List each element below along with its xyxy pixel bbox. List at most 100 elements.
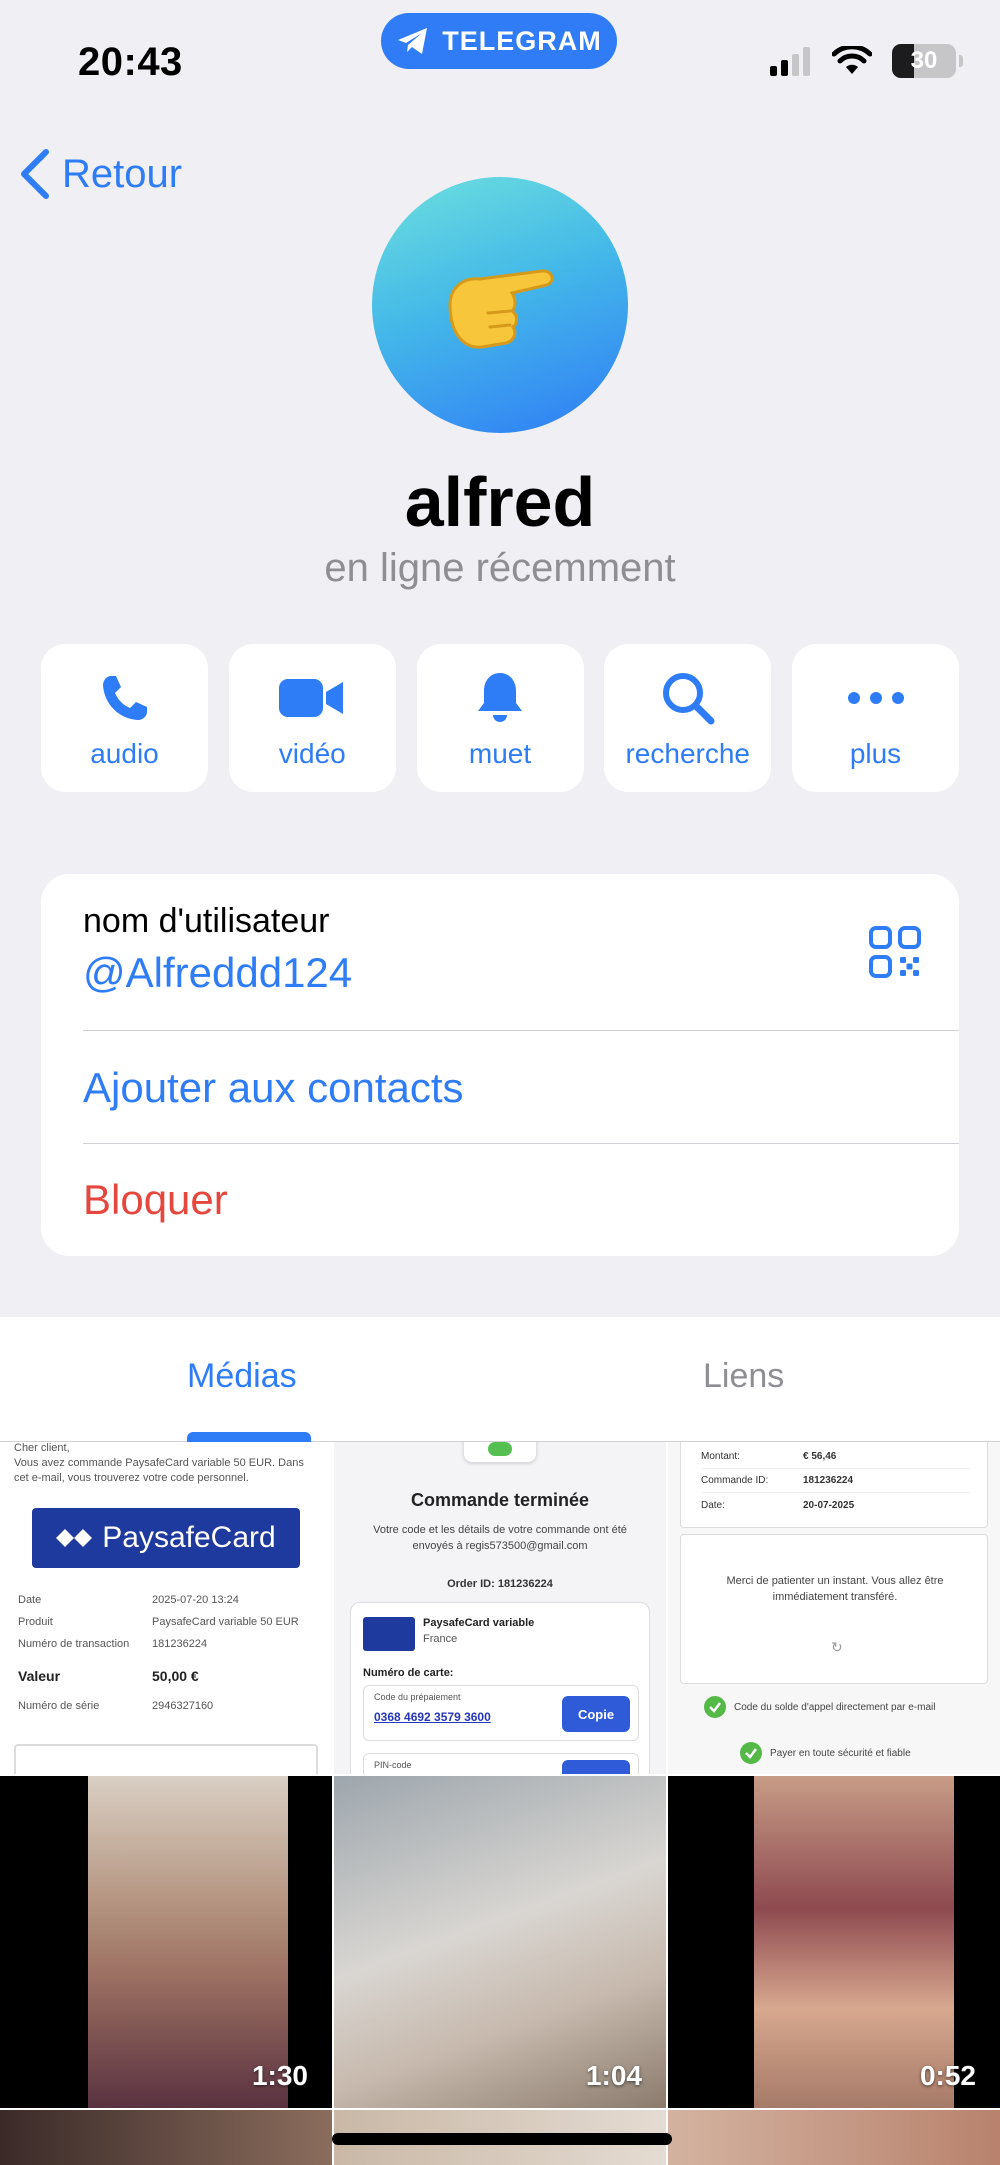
media-thumbnail-partial[interactable] xyxy=(668,2110,1000,2165)
profile-status: en ligne récemment xyxy=(324,546,676,590)
video-duration: 1:04 xyxy=(585,2060,642,2091)
divider xyxy=(83,1030,959,1031)
prepaid-code-box: Code du prépaiement 0368 4692 3579 3600 … xyxy=(363,1685,639,1741)
summary-row-key: Montant: xyxy=(701,1451,740,1462)
summary-row-value: 20-07-2025 xyxy=(803,1499,855,1511)
transfer-wait-text: Merci de patienter un instant. Vous alle… xyxy=(726,1575,944,1603)
video-frame xyxy=(88,1776,288,2108)
tab-links[interactable]: Liens xyxy=(703,1357,784,1396)
video-frame xyxy=(754,1776,954,2108)
battery-level: 30 xyxy=(910,47,938,74)
receipt-row: Date 2025-07-20 13:24 xyxy=(18,1594,318,1616)
receipt-serial: 2946327160 xyxy=(152,1700,214,1712)
telegram-pill[interactable]: TELEGRAM xyxy=(381,13,617,69)
media-thumbnail-video-2[interactable]: 1:04 xyxy=(334,1776,666,2108)
status-bar: 20:43 TELEGRAM 30 xyxy=(0,0,1000,120)
loading-spinner-icon: ↻ xyxy=(831,1639,843,1655)
summary-row: Commande ID: 181236224 xyxy=(701,1469,971,1493)
summary-row: Montant: € 56,46 xyxy=(701,1445,971,1469)
username-value[interactable]: @Alfreddd124 xyxy=(83,949,352,997)
receipt-value: 50,00 € xyxy=(152,1668,199,1684)
paysafecard-logo: PaysafeCard xyxy=(32,1508,300,1568)
back-label: Retour xyxy=(62,151,183,196)
check-item-text: Code du solde d'appel directement par e-… xyxy=(734,1701,936,1713)
media-thumbnail-video-3[interactable]: 0:52 xyxy=(668,1776,1000,2108)
media-thumbnail-receipt-1[interactable]: Cher client, Vous avez commande PaysafeC… xyxy=(0,1442,332,1774)
action-bar: audio vidéo muet recherche plus xyxy=(41,644,959,792)
qr-code-button[interactable] xyxy=(869,926,921,983)
card-number-label: Numéro de carte: xyxy=(363,1667,454,1679)
check-item: Payer en toute sécurité et fiable xyxy=(740,1742,911,1764)
receipt-row: Numéro de transaction 181236224 xyxy=(18,1638,318,1668)
qr-code-icon xyxy=(869,926,921,978)
active-tab-indicator xyxy=(187,1432,311,1442)
bell-icon xyxy=(478,673,522,722)
tab-media[interactable]: Médias xyxy=(187,1357,297,1396)
order-card: PaysafeCard variable France Numéro de ca… xyxy=(350,1602,650,1774)
receipt-row-key: Date xyxy=(18,1594,42,1606)
audio-call-button[interactable]: audio xyxy=(41,644,208,792)
transfer-box: Merci de patienter un instant. Vous alle… xyxy=(680,1534,988,1684)
receipt-serial-label: Numéro de série xyxy=(18,1700,100,1712)
more-button[interactable]: plus xyxy=(792,644,959,792)
paysafecard-thumb xyxy=(363,1617,415,1651)
order-product: PaysafeCard variable xyxy=(423,1617,535,1629)
chevron-left-icon xyxy=(21,149,49,199)
video-call-button[interactable]: vidéo xyxy=(228,644,396,792)
order-complete-body: Votre code et les détails de votre comma… xyxy=(373,1524,627,1552)
block-button[interactable]: Bloquer xyxy=(83,1176,228,1224)
summary-row-key: Commande ID: xyxy=(701,1475,769,1486)
summary-row-value: 181236224 xyxy=(803,1475,854,1486)
search-icon xyxy=(662,673,715,725)
media-tab-bar: Médias Liens xyxy=(0,1317,1000,1442)
action-label-mute: muet xyxy=(468,738,532,769)
media-thumbnail-video-1[interactable]: 1:30 xyxy=(0,1776,332,2108)
action-label-audio: audio xyxy=(90,738,159,769)
media-thumbnail-receipt-3[interactable]: Montant: € 56,46 Commande ID: 181236224 Da… xyxy=(668,1442,1000,1774)
summary-box: Montant: € 56,46 Commande ID: 181236224 Da… xyxy=(680,1442,988,1528)
home-indicator[interactable] xyxy=(332,2133,672,2145)
pointing-hand-emoji-icon xyxy=(448,269,554,349)
action-label-search: recherche xyxy=(625,738,750,769)
media-thumbnail-receipt-2[interactable]: Commande terminée Votre code et les déta… xyxy=(334,1442,666,1774)
action-label-more: plus xyxy=(849,738,902,769)
success-badge xyxy=(464,1442,536,1462)
paysafecard-diamond-icon xyxy=(56,1529,93,1547)
check-item: Code du solde d'appel directement par e-… xyxy=(704,1696,935,1718)
back-button[interactable]: Retour xyxy=(18,148,182,200)
receipt-row-key: Numéro de transaction xyxy=(18,1638,130,1650)
avatar[interactable] xyxy=(372,177,628,433)
check-circle-icon xyxy=(704,1696,726,1718)
status-time: 20:43 xyxy=(78,40,183,84)
media-thumbnail-partial[interactable] xyxy=(0,2110,332,2165)
video-camera-icon xyxy=(279,679,344,717)
receipt-row: Numéro de série 2946327160 xyxy=(18,1700,318,1722)
media-grid: Cher client, Vous avez commande PaysafeC… xyxy=(0,1442,1000,2165)
pin-code-label: PIN-code xyxy=(374,1760,412,1770)
receipt-value-row: Valeur 50,00 € xyxy=(18,1668,318,1700)
receipt-row-value: 181236224 xyxy=(152,1638,208,1650)
wifi-icon xyxy=(832,46,872,74)
phone-icon xyxy=(102,676,147,720)
order-country: France xyxy=(423,1633,458,1645)
telegram-icon xyxy=(398,28,428,54)
add-to-contacts-button[interactable]: Ajouter aux contacts xyxy=(83,1064,464,1112)
battery-indicator: 30 xyxy=(892,44,963,78)
search-button[interactable]: recherche xyxy=(604,644,772,792)
cellular-signal-icon xyxy=(770,47,810,76)
username-row[interactable]: nom d'utilisateur @Alfreddd124 xyxy=(83,902,352,997)
prepaid-code: 0368 4692 3579 3600 xyxy=(374,1710,491,1724)
receipt-code-box xyxy=(14,1744,318,1774)
order-complete-title: Commande terminée xyxy=(410,1490,590,1510)
summary-row-key: Date: xyxy=(701,1499,725,1511)
mute-button[interactable]: muet xyxy=(416,644,584,792)
order-id: Order ID: 181236224 xyxy=(447,1578,553,1590)
more-dots-icon xyxy=(847,692,904,704)
video-duration: 0:52 xyxy=(919,2060,976,2091)
profile-name: alfred xyxy=(404,463,596,541)
divider xyxy=(83,1143,959,1144)
prepaid-code-label: Code du prépaiement xyxy=(374,1692,461,1702)
username-label: nom d'utilisateur xyxy=(83,902,330,940)
video-duration: 1:30 xyxy=(251,2060,308,2091)
paysafecard-brand: PaysafeCard xyxy=(102,1521,276,1554)
